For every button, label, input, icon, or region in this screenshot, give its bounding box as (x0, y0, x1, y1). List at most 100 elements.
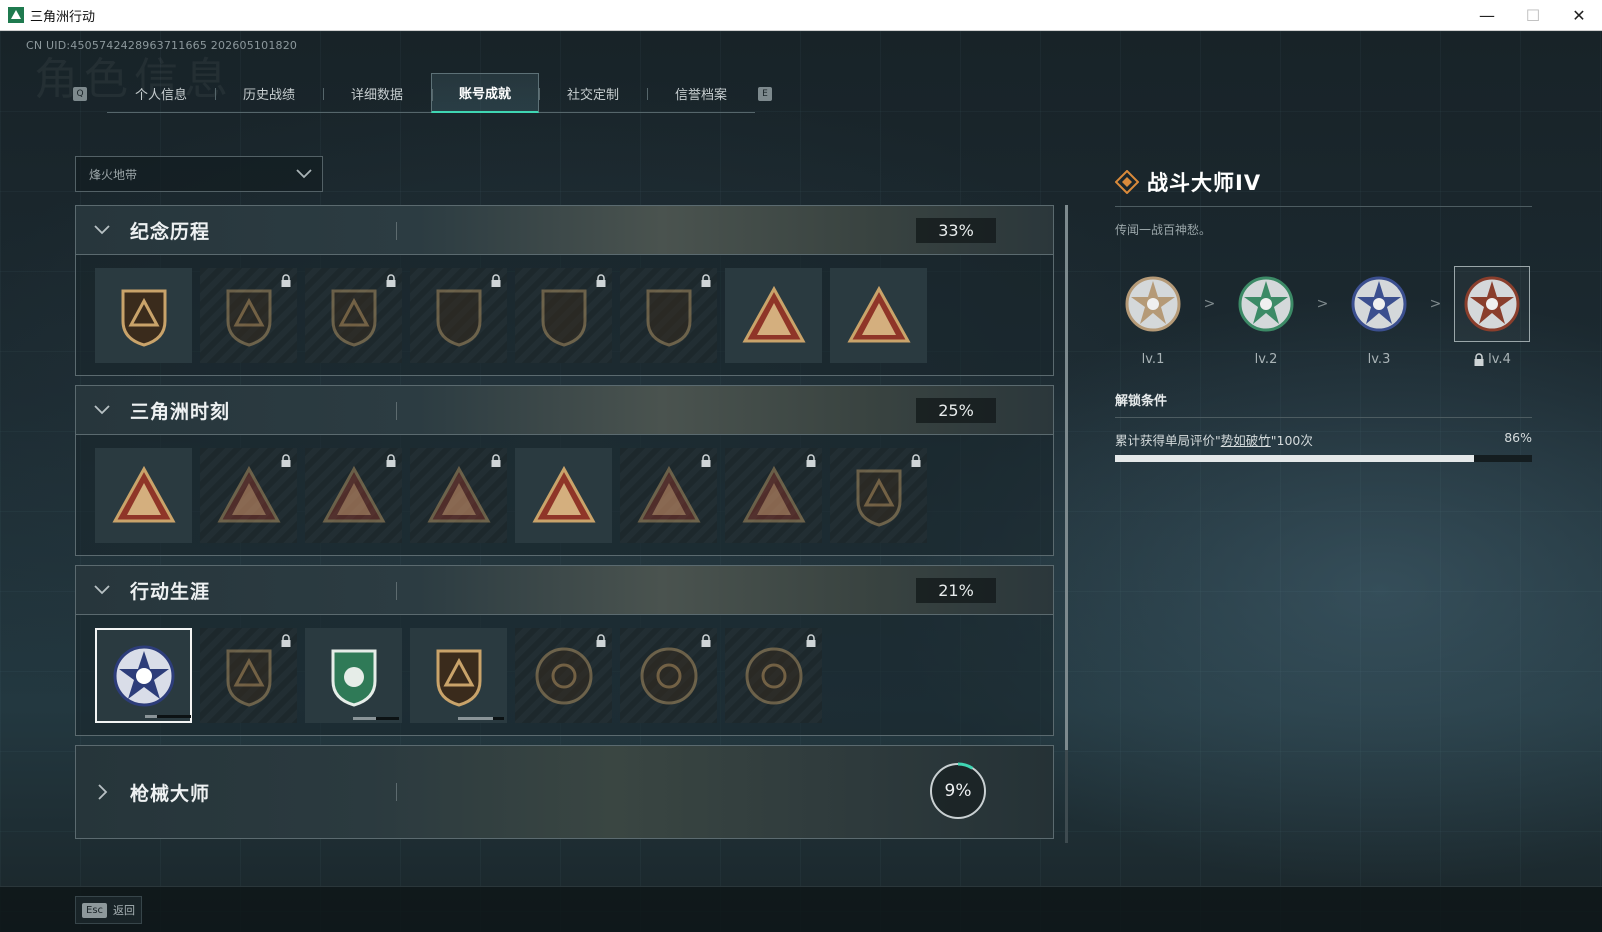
badge-progress-fill (458, 717, 493, 720)
chevron-right-icon[interactable] (92, 782, 112, 802)
window-title: 三角洲行动 (30, 9, 96, 25)
window-titlebar: 三角洲行动 — ☐ ✕ (0, 0, 1602, 31)
category-section: 行动生涯 21% (75, 565, 1054, 736)
bottom-bar: Esc 返回 (0, 886, 1602, 932)
tab-0[interactable]: 个人信息 (107, 73, 215, 113)
esc-key: Esc (82, 902, 108, 918)
achievement-badge[interactable] (305, 628, 402, 723)
category-title: 行动生涯 (130, 580, 211, 603)
achievement-badge[interactable] (515, 448, 612, 543)
level-item[interactable]: lv.1 (1115, 266, 1191, 367)
badge-progress-bar (145, 715, 191, 718)
achievement-badge[interactable] (830, 268, 927, 363)
level-icon-frame (1228, 266, 1304, 342)
achievement-badge[interactable] (830, 448, 927, 543)
achievement-badge[interactable] (410, 268, 507, 363)
badge-progress-fill (353, 717, 376, 720)
category-percent: 33% (916, 218, 996, 243)
tab-5[interactable]: 信誉档案 (647, 73, 755, 113)
achievement-badge[interactable] (305, 268, 402, 363)
level-icon-frame (1341, 266, 1417, 342)
chevron-down-icon (296, 169, 312, 179)
category-section-collapsed: 枪械大师 9% (75, 745, 1054, 839)
chevron-down-icon[interactable] (92, 580, 112, 600)
badge-grid (76, 255, 1053, 375)
tab-1[interactable]: 历史战绩 (215, 73, 323, 113)
target-emblem-icon (640, 647, 697, 704)
chevron-down-icon[interactable] (92, 400, 112, 420)
lock-icon (281, 274, 291, 287)
achievement-categories: 纪念历程 33% 三角洲时刻 25% 行动生涯 21% 枪械大师 9% (75, 205, 1054, 848)
lock-icon (281, 634, 291, 647)
blue-star-medal-icon (1351, 276, 1407, 332)
chevron-shield-emblem-icon (226, 649, 271, 707)
level-item[interactable]: lv.4 (1454, 266, 1530, 367)
achievement-badge[interactable] (200, 268, 297, 363)
achievement-detail-panel: 战斗大师IV 传闻一战百神愁。 lv.1 > lv.2 > lv.3 > lv.4 解锁条件… (1115, 165, 1532, 462)
achievement-badge[interactable] (95, 628, 192, 723)
category-title: 三角洲时刻 (130, 400, 231, 423)
category-section: 三角洲时刻 25% (75, 385, 1054, 556)
achievement-badge[interactable] (200, 448, 297, 543)
crossed-blades-emblem-icon (646, 289, 691, 347)
category-header[interactable]: 三角洲时刻 25% (76, 386, 1053, 435)
ring-emblem-icon (535, 647, 592, 704)
tab-2[interactable]: 详细数据 (323, 73, 431, 113)
achievement-badge[interactable] (305, 448, 402, 543)
category-header[interactable]: 行动生涯 21% (76, 566, 1053, 615)
achievement-badge[interactable] (515, 268, 612, 363)
lock-icon (911, 454, 921, 467)
category-header[interactable]: 枪械大师 9% (76, 746, 1053, 838)
diamond-crest-emblem-icon (856, 469, 901, 527)
skull-wings-emblem-icon (436, 289, 481, 347)
badge-progress-bar (458, 717, 504, 720)
tab-bar: 个人信息 历史战绩 详细数据 账号成就 社交定制 信誉档案 (107, 73, 755, 113)
header-divider (396, 222, 397, 240)
tab-next-key[interactable]: E (758, 87, 772, 101)
level-item[interactable]: lv.3 (1341, 266, 1417, 367)
scrollbar-thumb[interactable] (1065, 205, 1068, 750)
chevron-down-icon[interactable] (92, 220, 112, 240)
star-wreath-emblem-icon (113, 645, 174, 706)
achievement-badge[interactable] (725, 628, 822, 723)
minimize-button[interactable]: — (1464, 0, 1510, 31)
triangle-warrior-emblem-icon (636, 465, 701, 522)
lock-icon (806, 454, 816, 467)
mode-select-value: 烽火地带 (89, 167, 138, 182)
app-icon (8, 7, 24, 23)
mode-select[interactable]: 烽火地带 (75, 156, 323, 192)
header-divider (396, 783, 397, 801)
category-percent: 21% (916, 578, 996, 603)
level-arrow: > (1429, 296, 1442, 312)
achievement-badge[interactable] (725, 268, 822, 363)
achievement-badge[interactable] (515, 628, 612, 723)
achievement-badge[interactable] (95, 268, 192, 363)
achievement-badge[interactable] (95, 448, 192, 543)
category-title: 纪念历程 (130, 220, 211, 243)
tab-4[interactable]: 社交定制 (539, 73, 647, 113)
achievement-badge[interactable] (620, 448, 717, 543)
back-button[interactable]: Esc 返回 (75, 896, 143, 924)
gem-shield-emblem-icon (436, 649, 481, 707)
category-title: 枪械大师 (130, 782, 211, 805)
triangle-runner-emblem-icon (321, 465, 386, 522)
achievement-badge[interactable] (200, 628, 297, 723)
level-item[interactable]: lv.2 (1228, 266, 1304, 367)
achievement-badge[interactable] (410, 448, 507, 543)
window-controls: — ☐ ✕ (1464, 0, 1602, 31)
achievement-badge[interactable] (620, 268, 717, 363)
level-label-row: lv.4 (1473, 352, 1511, 367)
achievement-badge[interactable] (620, 628, 717, 723)
bronze-star-medal-icon (1125, 276, 1181, 332)
category-percent: 25% (916, 398, 996, 423)
condition-progress-fill (1115, 455, 1474, 462)
tab-3[interactable]: 账号成就 (431, 73, 539, 113)
category-header[interactable]: 纪念历程 33% (76, 206, 1053, 255)
green-shield-emblem-icon (331, 649, 376, 707)
achievement-badge[interactable] (410, 628, 507, 723)
lock-icon (596, 634, 606, 647)
maximize-button[interactable]: ☐ (1510, 0, 1556, 31)
close-button[interactable]: ✕ (1556, 0, 1602, 31)
achievement-badge[interactable] (725, 448, 822, 543)
tab-prev-key[interactable]: Q (73, 87, 87, 101)
